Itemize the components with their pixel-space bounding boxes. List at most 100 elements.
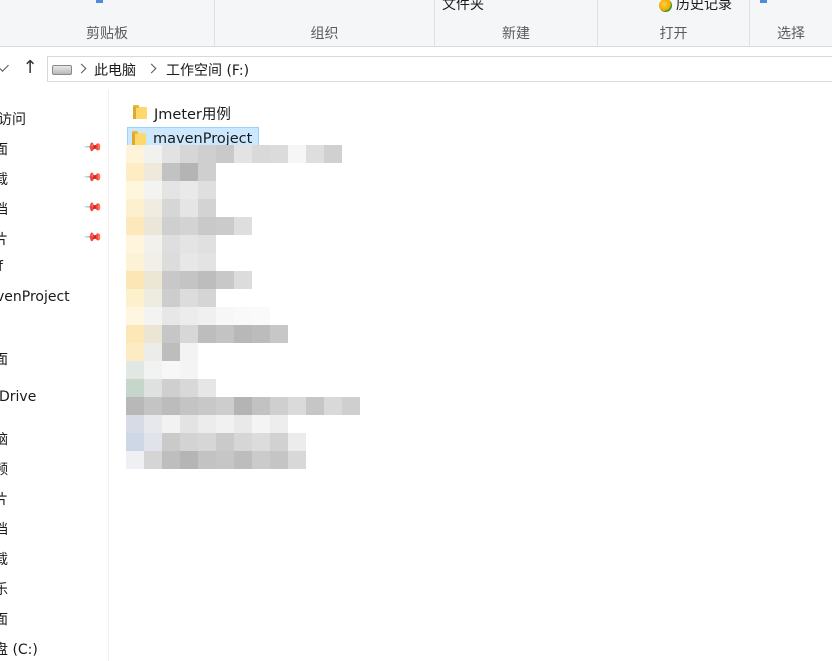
nav-item-f[interactable]: f	[0, 259, 3, 275]
nav-item-drive-c[interactable]: 盘 (C:)	[0, 639, 38, 659]
redaction-block	[180, 271, 198, 289]
history-icon	[659, 0, 672, 12]
nav-item-desktop[interactable]: 面	[0, 139, 8, 159]
redaction-block	[180, 289, 198, 307]
redaction-block	[162, 217, 180, 235]
nav-item-pictures[interactable]: 片	[0, 229, 8, 249]
redaction-block	[270, 325, 288, 343]
nav-item-downloads[interactable]: 载	[0, 169, 8, 189]
redaction-block	[252, 451, 270, 469]
redaction-block	[126, 397, 144, 415]
nav-item-documents-2[interactable]: 档	[0, 519, 8, 539]
redaction-block	[144, 451, 162, 469]
up-arrow-icon[interactable]: ↑	[20, 57, 40, 79]
redaction-block	[144, 235, 162, 253]
history-button[interactable]: 历史记录	[659, 0, 732, 14]
redaction-block	[252, 325, 270, 343]
redaction-block	[126, 307, 144, 325]
redaction-block	[198, 397, 216, 415]
redaction-block	[234, 451, 252, 469]
nav-item-desktop-2[interactable]: 面	[0, 349, 8, 369]
redaction-block	[306, 397, 324, 415]
redaction-block	[144, 163, 162, 181]
ribbon-group-label: 选择	[777, 26, 805, 42]
nav-item-documents[interactable]: 档	[0, 199, 8, 219]
redaction-block	[126, 199, 144, 217]
redaction-block	[144, 271, 162, 289]
redaction-block	[126, 163, 144, 181]
ribbon-group-organize: 组织	[215, 0, 434, 46]
redaction-block	[198, 415, 216, 433]
redaction-block	[198, 181, 216, 199]
redaction-block	[252, 415, 270, 433]
redaction-block	[216, 325, 234, 343]
nav-item-videos[interactable]: 频	[0, 459, 8, 479]
redaction-block	[288, 433, 306, 451]
redaction-block	[144, 379, 162, 397]
redaction-block	[144, 253, 162, 271]
redaction-block	[162, 145, 180, 163]
navigation-pane: 访问 面 📌 载 📌 档 📌 片 📌 f venProject 面 Drive …	[0, 90, 109, 661]
nav-item-desktop-3[interactable]: 面	[0, 609, 8, 629]
nav-item-music[interactable]: 乐	[0, 579, 8, 599]
redaction-block	[198, 145, 216, 163]
redacted-file-area	[126, 145, 376, 490]
redaction-block	[162, 289, 180, 307]
nav-item-pictures-2[interactable]: 片	[0, 489, 8, 509]
redaction-block	[216, 271, 234, 289]
nav-item-mavenproject[interactable]: venProject	[0, 289, 70, 305]
redaction-block	[162, 361, 180, 379]
redaction-block	[126, 145, 144, 163]
breadcrumb-drive-f[interactable]: 工作空间 (F:)	[166, 60, 249, 80]
list-item-jmeter[interactable]: Jmeter用例	[129, 102, 237, 124]
redaction-block	[162, 433, 180, 451]
ribbon-cut-indicator	[96, 0, 103, 3]
nav-item-this-pc[interactable]: 脑	[0, 429, 8, 449]
redaction-block	[126, 289, 144, 307]
redaction-block	[216, 217, 234, 235]
breadcrumb-this-pc[interactable]: 此电脑	[94, 60, 136, 80]
redaction-block	[234, 145, 252, 163]
redaction-block	[198, 217, 216, 235]
ribbon-group-new: 文件夹 新建	[435, 0, 597, 46]
redaction-block	[252, 433, 270, 451]
breadcrumb-chevron-icon[interactable]	[76, 63, 87, 74]
breadcrumb-chevron-icon[interactable]	[146, 63, 157, 74]
redaction-block	[126, 271, 144, 289]
redaction-block	[144, 325, 162, 343]
redaction-block	[162, 451, 180, 469]
redaction-block	[216, 415, 234, 433]
redaction-block	[180, 235, 198, 253]
redaction-block	[324, 145, 342, 163]
redaction-block	[234, 217, 252, 235]
ribbon: 剪贴板 组织 文件夹 新建 历史记录 打开 选择	[0, 0, 832, 47]
address-bar[interactable]: 此电脑 工作空间 (F:)	[47, 56, 832, 82]
ribbon-group-select: 选择	[750, 0, 832, 46]
redaction-block	[252, 145, 270, 163]
redaction-block	[198, 325, 216, 343]
redaction-block	[126, 415, 144, 433]
pin-icon: 📌	[83, 166, 104, 188]
redaction-block	[162, 235, 180, 253]
ribbon-group-label: 打开	[659, 26, 688, 42]
redaction-block	[144, 145, 162, 163]
redaction-block	[270, 451, 288, 469]
redaction-block	[162, 181, 180, 199]
redaction-block	[126, 361, 144, 379]
recent-locations-chevron-icon[interactable]	[0, 59, 9, 72]
redaction-block	[162, 271, 180, 289]
redaction-block	[180, 415, 198, 433]
redaction-block	[180, 199, 198, 217]
new-folder-button[interactable]: 文件夹	[442, 0, 484, 14]
navigation-bar: ↑ 此电脑 工作空间 (F:)	[0, 47, 832, 89]
ribbon-group-label: 剪贴板	[86, 26, 128, 42]
nav-item-quick-access[interactable]: 访问	[0, 109, 26, 129]
nav-item-onedrive[interactable]: Drive	[0, 389, 36, 405]
redaction-block	[288, 451, 306, 469]
redaction-block	[144, 343, 162, 361]
redaction-block	[270, 415, 288, 433]
ribbon-select-indicator	[760, 0, 767, 3]
redaction-block	[180, 397, 198, 415]
redaction-block	[144, 217, 162, 235]
nav-item-downloads-2[interactable]: 载	[0, 549, 8, 569]
